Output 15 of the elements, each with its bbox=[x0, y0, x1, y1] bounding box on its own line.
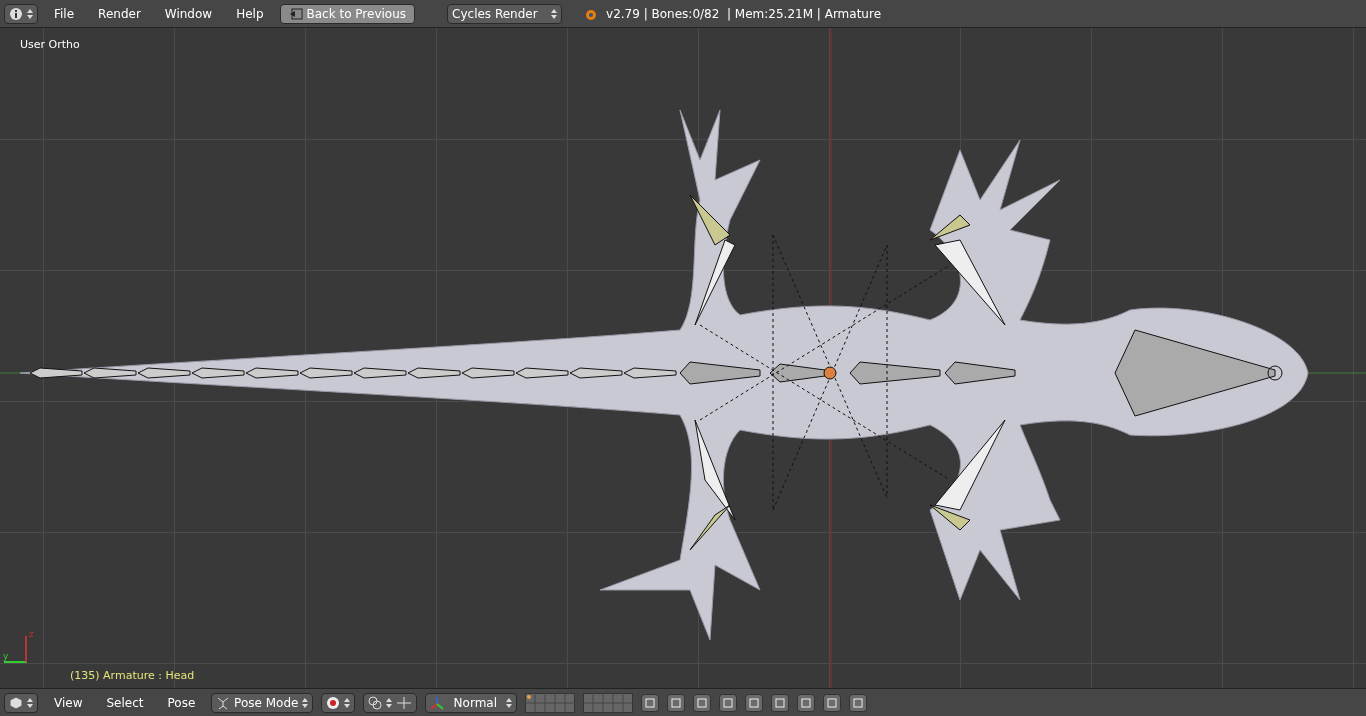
menu-item[interactable]: Pose bbox=[159, 693, 204, 712]
menu-item[interactable]: View bbox=[46, 693, 91, 712]
orientation-dropdown[interactable]: Normal bbox=[425, 692, 518, 713]
menu-item[interactable]: Help bbox=[228, 4, 272, 23]
view-label: User Ortho bbox=[20, 37, 80, 53]
axis-label: z bbox=[29, 628, 34, 641]
menu-item[interactable]: File bbox=[46, 4, 83, 23]
menu-item[interactable]: Select bbox=[98, 693, 152, 712]
axis-label: y bbox=[3, 650, 9, 663]
active-object-status: (135) Armature : Head bbox=[70, 668, 195, 684]
scene-stats: v2.79 | Bones:0/82 | Mem:25.21M | Armature bbox=[606, 5, 881, 23]
menu-item[interactable]: Window bbox=[156, 4, 221, 23]
menu-item[interactable]: Render bbox=[90, 4, 149, 23]
render-engine-dropdown[interactable]: Cycles Render bbox=[447, 3, 563, 24]
mode-dropdown[interactable]: Pose Mode bbox=[211, 692, 314, 713]
